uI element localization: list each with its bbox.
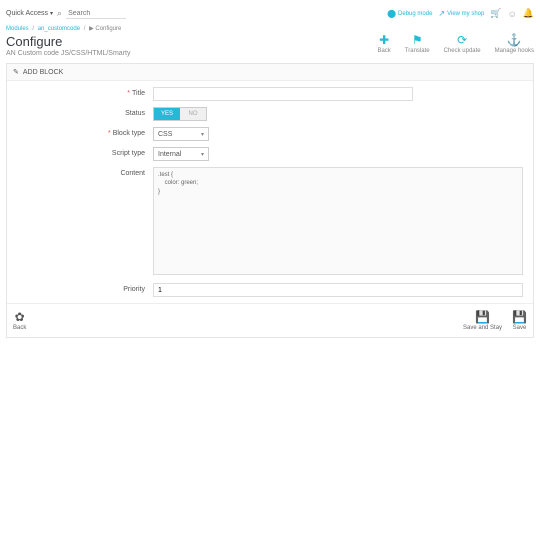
panel-footer: ✿ Back 💾 Save and Stay 💾 Save [7,303,533,337]
status-toggle[interactable]: YES NO [153,107,207,121]
debug-mode-label: Debug mode [398,11,432,17]
anchor-icon: ⚓ [495,34,534,46]
save-label: Save [513,325,527,331]
view-shop-link[interactable]: ↗ View my shop [438,9,484,18]
plus-circle-icon: ✚ [377,34,390,46]
check-update-action[interactable]: ⟳ Check update [444,34,481,54]
footer-back-button[interactable]: ✿ Back [13,310,26,331]
flag-icon: ⚑ [405,34,430,46]
script-type-select[interactable]: Internal [153,147,209,161]
view-shop-label: View my shop [447,11,484,17]
gear-icon: ✿ [13,310,26,324]
script-type-label: Script type [112,150,145,157]
search-input[interactable] [66,9,126,19]
search-icon: ⌕ [57,8,62,19]
content-label: Content [120,170,145,177]
pencil-icon: ✎ [13,68,19,76]
bug-icon: ⬤ [387,9,396,18]
breadcrumb: Modules / an_customcode / ▶ Configure [6,25,534,32]
manage-hooks-action[interactable]: ⚓ Manage hooks [495,34,534,54]
back-action[interactable]: ✚ Back [377,34,390,54]
block-type-label: Block type [113,130,145,137]
debug-mode-link[interactable]: ⬤ Debug mode [387,9,432,18]
quick-access-menu[interactable]: Quick Access [6,10,53,17]
status-no: NO [180,108,206,120]
save-and-stay-button[interactable]: 💾 Save and Stay [463,310,502,331]
block-type-select[interactable]: CSS [153,127,209,141]
page-title: Configure [6,34,130,49]
panel-heading: ✎ ADD BLOCK [7,64,533,81]
title-label: Title [132,90,145,97]
panel-heading-label: ADD BLOCK [23,69,63,76]
translate-action[interactable]: ⚑ Translate [405,34,430,54]
status-label: Status [125,110,145,117]
add-block-panel: ✎ ADD BLOCK *Title Status YES NO *Block … [6,63,534,338]
page-subtitle: AN Custom code JS/CSS/HTML/Smarty [6,50,130,57]
priority-input[interactable] [153,283,523,297]
check-update-label: Check update [444,48,481,54]
breadcrumb-current: ▶ Configure [89,26,121,32]
save-icon: 💾 [512,310,527,324]
breadcrumb-module-name[interactable]: an_customcode [38,26,80,32]
manage-hooks-label: Manage hooks [495,48,534,54]
bell-icon[interactable]: 🔔 [523,8,534,19]
external-link-icon: ↗ [438,9,445,18]
save-button[interactable]: 💾 Save [512,310,527,331]
top-bar-right: ⬤ Debug mode ↗ View my shop 🛒 ☺ 🔔 [387,8,534,19]
content-textarea[interactable] [153,167,523,275]
header-actions: ✚ Back ⚑ Translate ⟳ Check update ⚓ Mana… [377,34,534,54]
translate-label: Translate [405,48,430,54]
top-bar: Quick Access ⌕ ⬤ Debug mode ↗ View my sh… [6,6,534,21]
priority-label: Priority [123,286,145,293]
page-header: Configure AN Custom code JS/CSS/HTML/Sma… [6,34,534,57]
save-icon: 💾 [463,310,502,324]
top-bar-left: Quick Access ⌕ [6,8,126,19]
back-label: Back [377,48,390,54]
save-stay-label: Save and Stay [463,325,502,331]
breadcrumb-modules[interactable]: Modules [6,26,29,32]
status-yes: YES [154,108,180,120]
title-input[interactable] [153,87,413,101]
footer-back-label: Back [13,325,26,331]
cart-icon[interactable]: 🛒 [490,8,501,19]
user-icon[interactable]: ☺ [508,9,517,19]
refresh-icon: ⟳ [444,34,481,46]
